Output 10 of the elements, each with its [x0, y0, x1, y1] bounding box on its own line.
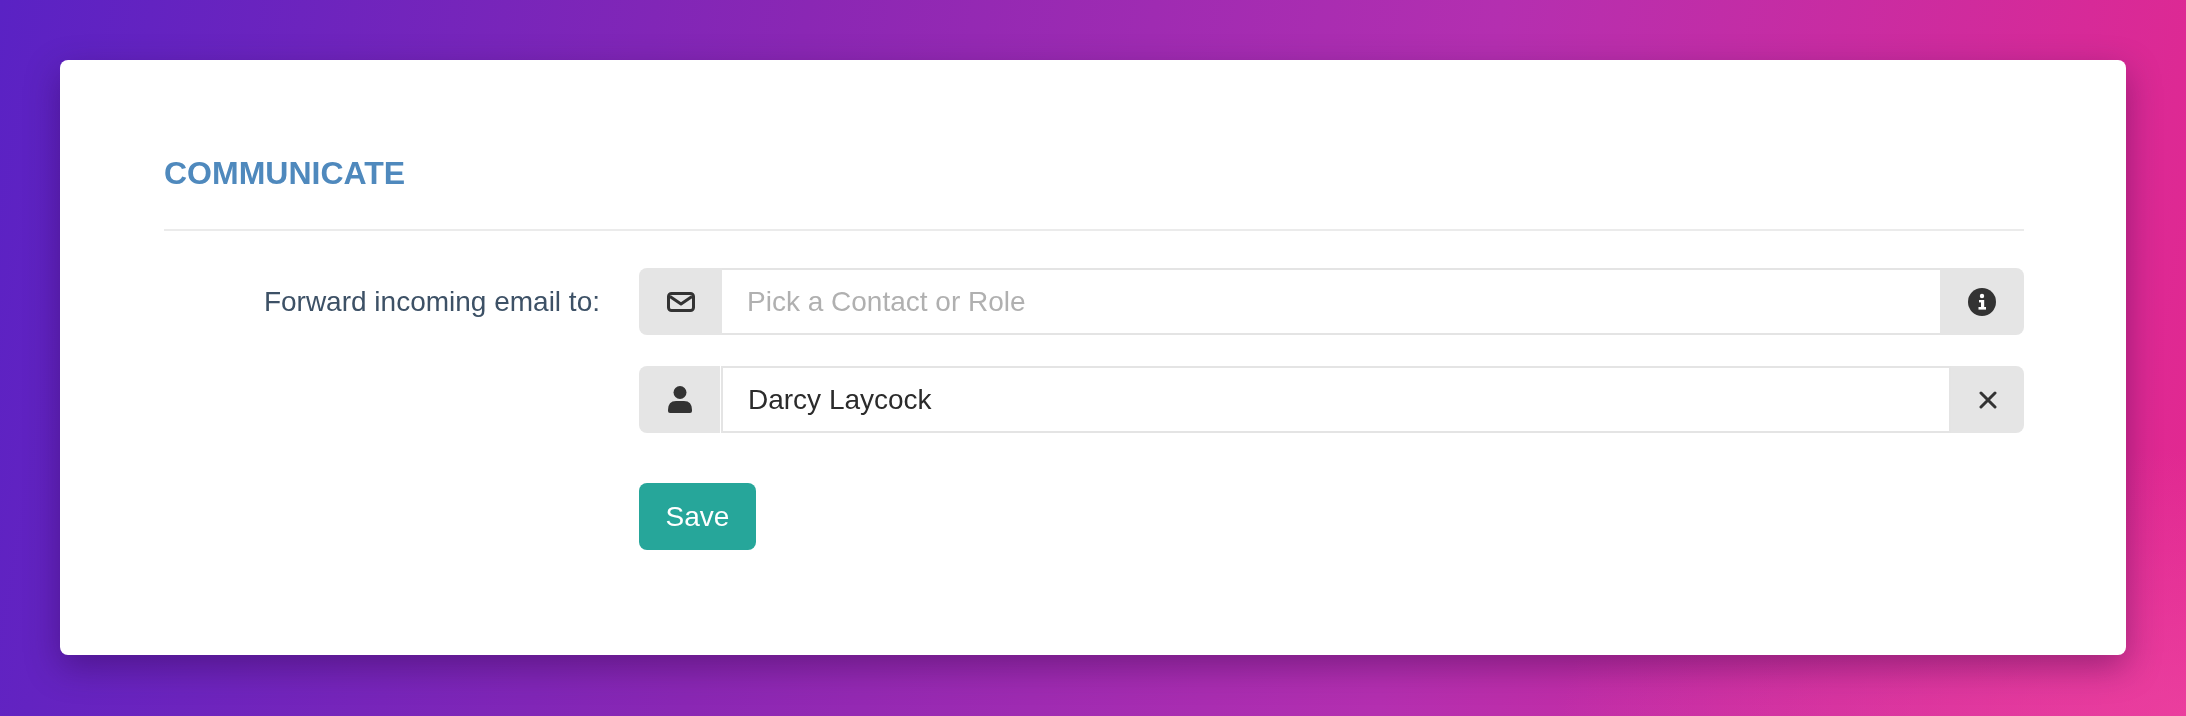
- info-icon: [1968, 287, 1996, 316]
- remove-button[interactable]: [1951, 366, 2024, 433]
- info-button[interactable]: [1940, 268, 2024, 335]
- envelope-icon: [666, 291, 695, 312]
- close-icon: [1978, 390, 1997, 409]
- section-title: COMMUNICATE: [164, 154, 406, 192]
- field-label: Forward incoming email to:: [263, 285, 601, 318]
- contact-field[interactable]: Darcy Laycock: [721, 366, 1951, 433]
- person-icon: [667, 386, 692, 413]
- contact-picker-field[interactable]: Pick a Contact or Role: [722, 268, 1940, 335]
